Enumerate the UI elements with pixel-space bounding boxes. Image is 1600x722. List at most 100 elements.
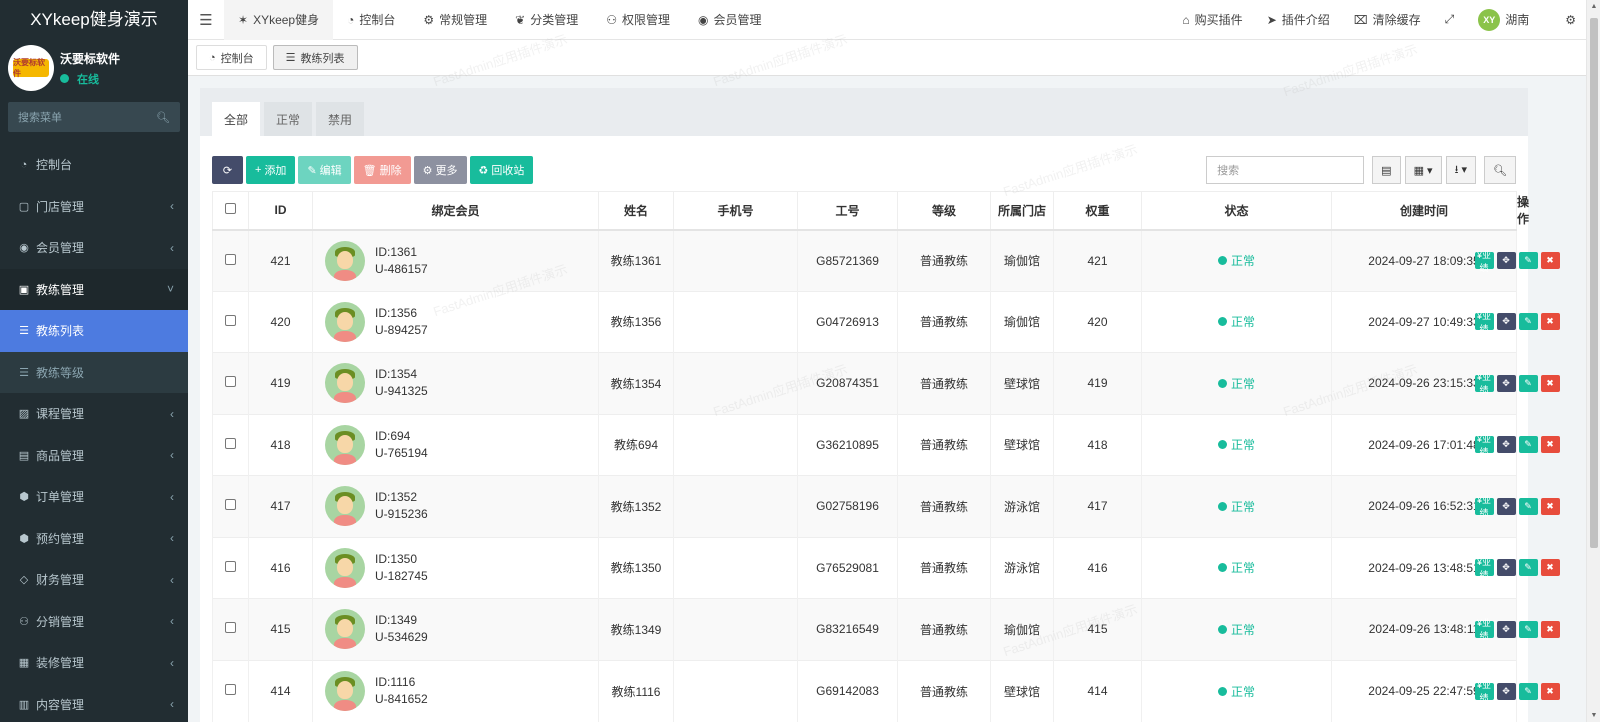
sidebar-item[interactable]: ▦ 装修管理 ‹ (0, 642, 188, 684)
edit-pencil-icon[interactable]: ✎ (1518, 559, 1538, 577)
row-checkbox[interactable] (225, 253, 236, 265)
member-avatar[interactable] (325, 424, 365, 465)
row-select-cell[interactable] (212, 290, 249, 353)
recycle-bin-button[interactable]: ♻ 回收站 (469, 156, 534, 184)
toggle-view-button[interactable]: ▤ (1372, 156, 1401, 184)
scroll-down-icon[interactable]: ▼ (1587, 712, 1600, 719)
column-header[interactable]: 创建时间 (1331, 191, 1518, 231)
row-select-cell[interactable] (212, 413, 249, 476)
edit-pencil-icon[interactable]: ✎ (1518, 620, 1538, 638)
menu-toggle-icon[interactable]: ☰ (188, 11, 224, 29)
drag-move-icon[interactable]: ✥ (1496, 497, 1516, 515)
refresh-button[interactable]: ⟳ (212, 156, 243, 184)
sidebar-item[interactable]: ⬢ 订单管理 ‹ (0, 476, 188, 518)
delete-trash-icon[interactable]: ✖ (1540, 620, 1560, 638)
status-badge[interactable]: 正常 (1218, 683, 1255, 700)
fullscreen-icon[interactable]: ⤢ (1433, 0, 1467, 40)
filter-tab[interactable]: 正常 (264, 102, 312, 136)
delete-trash-icon[interactable]: ✖ (1540, 497, 1560, 515)
edit-pencil-icon[interactable]: ✎ (1518, 374, 1538, 392)
table-row[interactable]: 419 ID:1354 U-941325 教练1354 G20874351 普通教练 壁球馆… (212, 352, 1560, 414)
topnav-right-item[interactable]: ➤ 插件介绍 (1255, 0, 1342, 40)
column-header[interactable]: 状态 (1141, 191, 1333, 231)
more-button[interactable]: ⚙ 更多 (413, 156, 467, 184)
page-scrollbar[interactable]: ▲ ▼ (1586, 0, 1600, 722)
column-header[interactable]: 手机号 (673, 191, 799, 231)
row-checkbox[interactable] (225, 314, 236, 326)
status-badge[interactable]: 正常 (1218, 436, 1255, 453)
edit-pencil-icon[interactable]: ✎ (1518, 436, 1538, 454)
performance-button[interactable]: ¥业绩 (1474, 618, 1494, 641)
status-badge[interactable]: 正常 (1218, 252, 1255, 269)
member-avatar[interactable] (325, 486, 365, 527)
filter-tab[interactable]: 全部 (212, 102, 260, 136)
column-header[interactable]: 工号 (797, 191, 899, 231)
sidebar-item[interactable]: ◔ 控制台 (0, 144, 188, 186)
delete-trash-icon[interactable]: ✖ (1540, 682, 1560, 700)
table-row[interactable]: 416 ID:1350 U-182745 教练1350 G76529081 普通教练 游泳馆… (212, 536, 1560, 599)
topnav-item[interactable]: ✶ XYkeep健身 (224, 0, 334, 40)
sidebar-item[interactable]: ◉ 会员管理 ‹ (0, 227, 188, 269)
advanced-search-button[interactable]: 🔍︎ (1484, 156, 1516, 184)
topnav-item[interactable]: ◔ 控制台 (333, 0, 409, 40)
member-avatar[interactable] (325, 609, 365, 650)
row-checkbox[interactable] (225, 684, 236, 695)
drag-move-icon[interactable]: ✥ (1496, 252, 1516, 269)
topnav-right-item[interactable]: ⌂ 购买插件 (1170, 0, 1254, 40)
topnav-item[interactable]: ⚇ 权限管理 (592, 0, 684, 40)
sidebar-item[interactable]: ▢ 门店管理 ‹ (0, 186, 188, 228)
table-row[interactable]: 415 ID:1349 U-534629 教练1349 G83216549 普通教练 瑜伽馆… (212, 598, 1560, 660)
select-all-checkbox[interactable] (225, 203, 236, 215)
sidebar-item[interactable]: ⚇ 分销管理 ‹ (0, 601, 188, 643)
drag-move-icon[interactable]: ✥ (1496, 682, 1516, 700)
drag-move-icon[interactable]: ✥ (1496, 620, 1516, 638)
row-checkbox[interactable] (225, 560, 236, 572)
row-select-cell[interactable] (212, 229, 249, 291)
column-header[interactable]: ID (248, 191, 313, 231)
row-checkbox[interactable] (225, 499, 236, 511)
topnav-item[interactable]: ◉ 会员管理 (684, 0, 776, 40)
page-tab[interactable]: ☰ 教练列表 (272, 45, 358, 70)
row-select-cell[interactable] (212, 598, 249, 660)
member-avatar[interactable] (325, 671, 365, 711)
drag-move-icon[interactable]: ✥ (1496, 374, 1516, 392)
search-icon[interactable]: 🔍︎ (156, 111, 170, 124)
status-badge[interactable]: 正常 (1218, 313, 1255, 330)
export-button[interactable]: ⭳ ▾ (1445, 156, 1476, 184)
delete-trash-icon[interactable]: ✖ (1540, 559, 1560, 577)
performance-button[interactable]: ¥业绩 (1474, 311, 1494, 334)
status-badge[interactable]: 正常 (1218, 621, 1255, 638)
table-row[interactable]: 420 ID:1356 U-894257 教练1356 G04726913 普通教练 瑜伽馆… (212, 290, 1560, 353)
sidebar-item[interactable]: ▣ 教练管理 ˅ (0, 268, 188, 310)
topnav-right-item[interactable]: ⌧ 清除缓存 (1342, 0, 1433, 40)
status-badge[interactable]: 正常 (1218, 559, 1255, 576)
sidebar-item[interactable]: ▤ 商品管理 ‹ (0, 435, 188, 477)
row-select-cell[interactable] (212, 352, 249, 414)
add-button[interactable]: + 添加 (246, 156, 296, 184)
row-select-cell[interactable] (212, 475, 249, 537)
scroll-thumb[interactable] (1590, 18, 1598, 548)
sidebar-item[interactable]: ▥ 内容管理 ‹ (0, 684, 188, 722)
delete-trash-icon[interactable]: ✖ (1540, 374, 1560, 392)
delete-trash-icon[interactable]: ✖ (1540, 252, 1560, 269)
column-header[interactable]: 等级 (897, 191, 992, 231)
performance-button[interactable]: ¥业绩 (1474, 557, 1494, 580)
user-avatar[interactable]: 沃要标软件 (8, 45, 54, 91)
table-row[interactable]: 418 ID:694 U-765194 教练694 G36210895 普通教练 壁球馆 41… (212, 413, 1560, 476)
performance-button[interactable]: ¥业绩 (1474, 434, 1494, 457)
sidebar-item[interactable]: ☰ 教练等级 (0, 351, 188, 393)
delete-button[interactable]: 🗑︎ 删除 (353, 156, 411, 184)
column-header[interactable]: 权重 (1053, 191, 1143, 231)
drag-move-icon[interactable]: ✥ (1496, 436, 1516, 454)
scroll-up-icon[interactable]: ▲ (1587, 3, 1600, 10)
row-select-cell[interactable] (212, 536, 249, 599)
column-header[interactable]: 绑定会员 (311, 191, 600, 231)
app-logo[interactable]: XYkeep健身演示 (0, 0, 188, 40)
drag-move-icon[interactable]: ✥ (1496, 559, 1516, 577)
column-header[interactable]: 所属门店 (990, 191, 1055, 231)
drag-move-icon[interactable]: ✥ (1496, 313, 1516, 331)
filter-tab[interactable]: 禁用 (316, 102, 364, 136)
topnav-item[interactable]: ⚙ 常规管理 (409, 0, 501, 40)
member-avatar[interactable] (325, 301, 365, 342)
city-switcher[interactable]: XY 湖南 (1466, 0, 1541, 40)
